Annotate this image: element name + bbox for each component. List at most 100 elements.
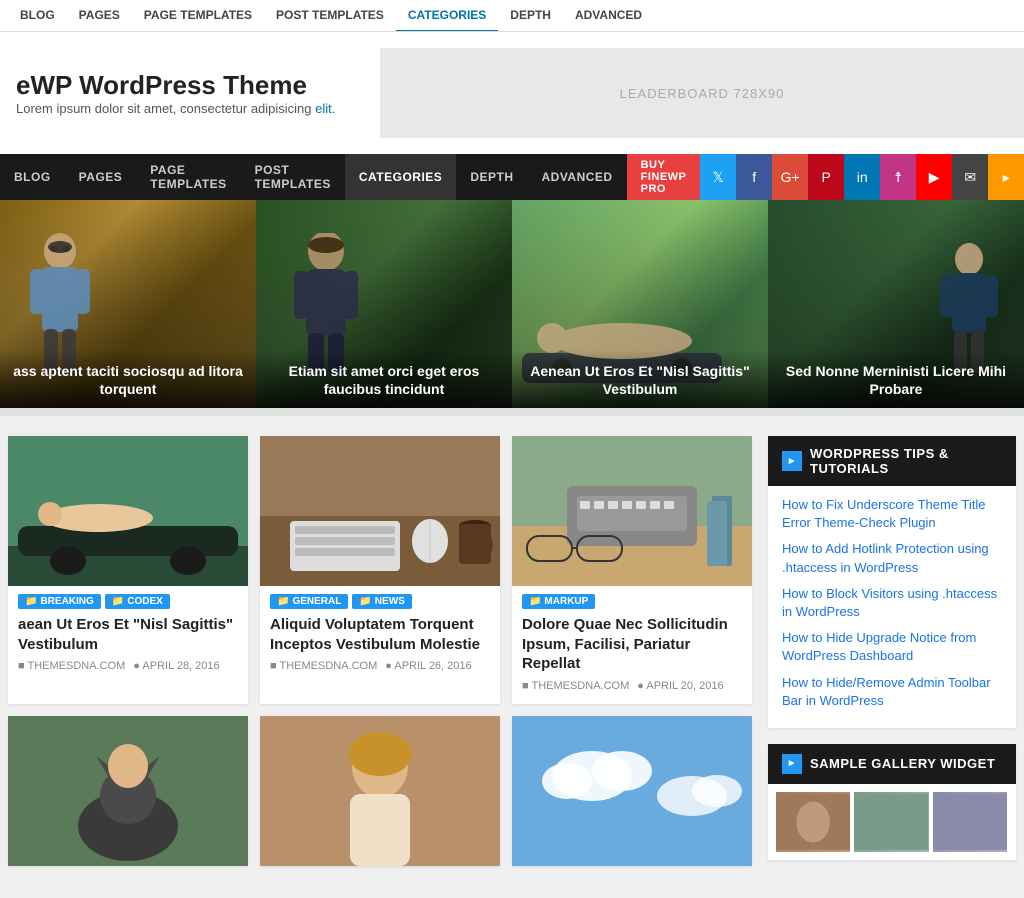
site-description: Lorem ipsum dolor sit amet, consectetur …	[16, 101, 364, 116]
twitter-icon[interactable]: 𝕏	[700, 154, 736, 200]
widget-link-2[interactable]: How to Add Hotlink Protection using .hta…	[782, 540, 1002, 576]
tag-markup[interactable]: 📁 MARKUP	[522, 594, 595, 609]
hero-slide-1[interactable]: ass aptent taciti sociosqu ad litora tor…	[0, 200, 256, 408]
slide-caption-3: Aenean Ut Eros Et "Nisl Sagittis" Vestib…	[512, 350, 768, 408]
post-date-3: ● APRIL 20, 2016	[637, 680, 723, 692]
section-divider	[0, 408, 1024, 416]
post-card-4[interactable]	[8, 716, 248, 866]
linkedin-icon[interactable]: in	[844, 154, 880, 200]
widget-link-3[interactable]: How to Block Visitors using .htaccess in…	[782, 585, 1002, 621]
post-grid-row1: 📁 BREAKING 📁 CODEX aean Ut Eros Et "Nisl…	[8, 436, 752, 704]
post-card-body-1: 📁 BREAKING 📁 CODEX aean Ut Eros Et "Nisl…	[8, 586, 248, 684]
post-site-1: ■ THEMESDNA.COM	[18, 660, 125, 672]
post-image-6	[512, 716, 752, 866]
nav-pages[interactable]: PAGES	[65, 154, 137, 200]
site-header: eWP WordPress Theme Lorem ipsum dolor si…	[0, 32, 1024, 154]
slide-caption-2: Etiam sit amet orci eget eros faucibus t…	[256, 350, 512, 408]
widget-content-1: How to Fix Underscore Theme Title Error …	[768, 486, 1016, 728]
post-card-body-3: 📁 MARKUP Dolore Quae Nec Sollicitudin Ip…	[512, 586, 752, 704]
hero-slider: ass aptent taciti sociosqu ad litora tor…	[0, 200, 1024, 408]
widget-gallery: ► SAMPLE GALLERY WIDGET	[768, 744, 1016, 860]
hero-slide-4[interactable]: Sed Nonne Merninisti Licere Mihi Probare	[768, 200, 1024, 408]
nav-post-templates[interactable]: POST TEMPLATES	[241, 154, 345, 200]
post-date-1: ● APRIL 28, 2016	[133, 660, 219, 672]
widget-title-1: ► WORDPRESS TIPS & TUTORIALS	[768, 436, 1016, 486]
post-site-2: ■ THEMESDNA.COM	[270, 660, 377, 672]
mail-icon[interactable]: ✉	[952, 154, 988, 200]
leaderboard-ad: LEADERBOARD 728X90	[380, 48, 1024, 138]
post-date-2: ● APRIL 26, 2016	[385, 660, 471, 672]
admin-tab-depth[interactable]: DEPTH	[498, 0, 563, 32]
widget-wp-tips: ► WORDPRESS TIPS & TUTORIALS How to Fix …	[768, 436, 1016, 728]
folder-icon-5: 📁	[529, 596, 541, 607]
post-card-6[interactable]	[512, 716, 752, 866]
youtube-icon[interactable]: ▶	[916, 154, 952, 200]
nav-depth[interactable]: DEPTH	[456, 154, 527, 200]
admin-tab-categories[interactable]: CATEGORIES	[396, 0, 498, 32]
nav-page-templates[interactable]: PAGE TEMPLATES	[136, 154, 240, 200]
post-tags-3: 📁 MARKUP	[522, 594, 742, 609]
folder-icon-2: 📁	[112, 596, 124, 607]
tag-codex[interactable]: 📁 CODEX	[105, 594, 170, 609]
nav-advanced[interactable]: ADVANCED	[527, 154, 626, 200]
tag-news[interactable]: 📁 NEWS	[352, 594, 411, 609]
post-card-5[interactable]	[260, 716, 500, 866]
post-image-3	[512, 436, 752, 586]
admin-tab-pages[interactable]: PAGES	[67, 0, 132, 32]
post-meta-2: ■ THEMESDNA.COM ● APRIL 26, 2016	[270, 660, 490, 672]
rss-icon[interactable]: ▸	[988, 154, 1024, 200]
gallery-thumb-3[interactable]	[933, 792, 1007, 852]
admin-bar: BLOG PAGES PAGE TEMPLATES POST TEMPLATES…	[0, 0, 1024, 32]
facebook-icon[interactable]: f	[736, 154, 772, 200]
google-plus-icon[interactable]: G+	[772, 154, 808, 200]
post-meta-3: ■ THEMESDNA.COM ● APRIL 20, 2016	[522, 680, 742, 692]
post-card-1[interactable]: 📁 BREAKING 📁 CODEX aean Ut Eros Et "Nisl…	[8, 436, 248, 704]
gallery-thumb-1[interactable]	[776, 792, 850, 852]
admin-tab-advanced[interactable]: ADVANCED	[563, 0, 654, 32]
folder-icon-3: 📁	[277, 596, 289, 607]
pinterest-icon[interactable]: P	[808, 154, 844, 200]
post-image-2	[260, 436, 500, 586]
tag-breaking[interactable]: 📁 BREAKING	[18, 594, 101, 609]
content-wrapper: 📁 BREAKING 📁 CODEX aean Ut Eros Et "Nisl…	[0, 416, 1024, 898]
nav-categories[interactable]: CATEGORIES	[345, 154, 456, 200]
site-title: eWP WordPress Theme	[16, 70, 364, 101]
social-icons: 𝕏 f G+ P in ☨ ▶ ✉ ▸	[700, 154, 1024, 200]
post-card-3[interactable]: 📁 MARKUP Dolore Quae Nec Sollicitudin Ip…	[512, 436, 752, 704]
tag-general[interactable]: 📁 GENERAL	[270, 594, 348, 609]
post-image-1	[8, 436, 248, 586]
admin-tab-page-templates[interactable]: PAGE TEMPLATES	[132, 0, 264, 32]
admin-tab-post-templates[interactable]: POST TEMPLATES	[264, 0, 396, 32]
post-meta-1: ■ THEMESDNA.COM ● APRIL 28, 2016	[18, 660, 238, 672]
post-site-3: ■ THEMESDNA.COM	[522, 680, 629, 692]
nav-blog[interactable]: BLOG	[0, 154, 65, 200]
instagram-icon[interactable]: ☨	[880, 154, 916, 200]
post-title-2: Aliquid Voluptatem Torquent Inceptos Ves…	[270, 615, 490, 654]
widget-link-5[interactable]: How to Hide/Remove Admin Toolbar Bar in …	[782, 674, 1002, 710]
folder-icon-4: 📁	[359, 596, 371, 607]
widget-title-2: ► SAMPLE GALLERY WIDGET	[768, 744, 1016, 784]
post-image-5	[260, 716, 500, 866]
hero-slide-2[interactable]: Etiam sit amet orci eget eros faucibus t…	[256, 200, 512, 408]
widget-link-4[interactable]: How to Hide Upgrade Notice from WordPres…	[782, 629, 1002, 665]
widget-arrow-2: ►	[782, 754, 802, 774]
post-grid-row2	[8, 716, 752, 866]
main-nav: BLOG PAGES PAGE TEMPLATES POST TEMPLATES…	[0, 154, 1024, 200]
slide-caption-4: Sed Nonne Merninisti Licere Mihi Probare	[768, 350, 1024, 408]
post-title-3: Dolore Quae Nec Sollicitudin Ipsum, Faci…	[522, 615, 742, 674]
nav-buy-button[interactable]: BUY FINEWP PRO	[627, 154, 701, 200]
post-tags-1: 📁 BREAKING 📁 CODEX	[18, 594, 238, 609]
folder-icon: 📁	[25, 596, 37, 607]
post-image-4	[8, 716, 248, 866]
post-card-2[interactable]: 📁 GENERAL 📁 NEWS Aliquid Voluptatem Torq…	[260, 436, 500, 704]
main-content: 📁 BREAKING 📁 CODEX aean Ut Eros Et "Nisl…	[0, 436, 760, 878]
admin-tab-blog[interactable]: BLOG	[8, 0, 67, 32]
post-card-body-2: 📁 GENERAL 📁 NEWS Aliquid Voluptatem Torq…	[260, 586, 500, 684]
sidebar: ► WORDPRESS TIPS & TUTORIALS How to Fix …	[760, 436, 1024, 878]
gallery-content	[768, 784, 1016, 860]
post-tags-2: 📁 GENERAL 📁 NEWS	[270, 594, 490, 609]
gallery-thumb-2[interactable]	[854, 792, 928, 852]
widget-arrow-1: ►	[782, 451, 802, 471]
widget-link-1[interactable]: How to Fix Underscore Theme Title Error …	[782, 496, 1002, 532]
hero-slide-3[interactable]: Aenean Ut Eros Et "Nisl Sagittis" Vestib…	[512, 200, 768, 408]
